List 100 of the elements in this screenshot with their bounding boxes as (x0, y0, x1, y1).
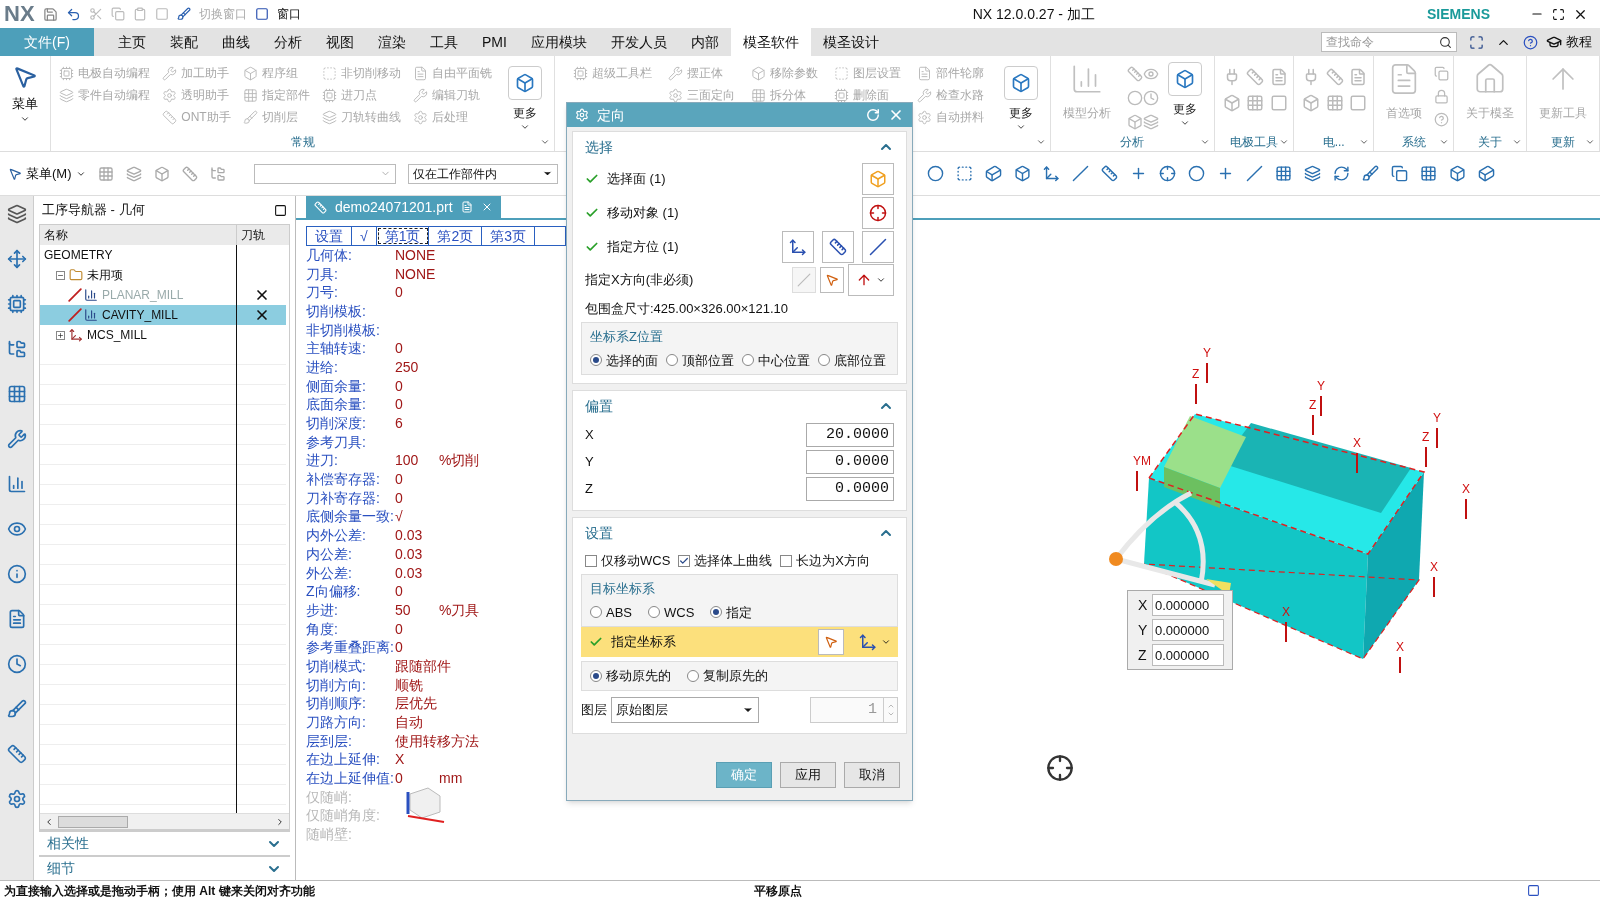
menu-tab[interactable]: 分析 (261, 28, 314, 56)
more-button[interactable]: 更多 (995, 62, 1046, 132)
info-label: 刀补寄存器: (306, 488, 381, 508)
axis-label: X (1282, 605, 1290, 619)
tree-label: CAVITY_MILL (102, 307, 178, 324)
menu-tab[interactable]: 主页 (105, 28, 158, 56)
coordinate-field[interactable]: 0.000000 (1152, 594, 1224, 616)
info-unit: %切削 (439, 451, 480, 471)
field-label: Y (585, 452, 595, 471)
info-tab[interactable]: 第3页 (482, 227, 536, 245)
info-value: 0 (395, 376, 404, 396)
group-label: 常规 (290, 134, 315, 151)
info-value: 0 (395, 339, 404, 359)
info-tab[interactable]: 设置 (307, 227, 352, 245)
info-label: 仅随峭角度: (306, 806, 381, 826)
info-value: 0 (395, 488, 404, 508)
info-value: 0 (395, 582, 404, 602)
checkbox-option[interactable]: 长边为X方向 (780, 551, 870, 571)
info-tab[interactable]: √ (352, 227, 377, 245)
radio-option[interactable]: WCS (648, 602, 695, 622)
info-label: 切削深度: (306, 414, 367, 434)
menu-tab[interactable]: 内部 (678, 28, 731, 56)
info-label: 进刀: (306, 451, 339, 471)
more-button[interactable]: 更多 (1159, 58, 1210, 128)
axis-label: Z (1309, 398, 1317, 412)
scope-dropdown[interactable]: 仅在工作部件内 (407, 163, 558, 184)
info-label: 在边上延伸值: (306, 769, 395, 789)
info-label: 底面余量: (306, 395, 367, 415)
number-field[interactable]: 20.0000 (806, 422, 894, 447)
info-value: 100 (395, 451, 420, 471)
more-button[interactable]: 更多 (499, 62, 550, 132)
checkbox-option[interactable]: 选择体上曲线 (678, 551, 773, 571)
checkbox-option[interactable]: 仅移动WCS (585, 551, 671, 571)
radio-option[interactable]: 顶部位置 (666, 350, 734, 370)
info-label: 刀号: (306, 283, 339, 303)
tree-label: 未用项 (87, 267, 123, 284)
menu-tab[interactable]: PMI (469, 28, 519, 56)
axis-label: X (1430, 560, 1438, 574)
number-field[interactable]: 0.0000 (806, 476, 894, 501)
tree-item[interactable]: CAVITY_MILL (40, 305, 236, 325)
menu-tab[interactable]: 应用模块 (518, 28, 599, 56)
info-tab[interactable]: 第1页 (376, 227, 430, 245)
layer-dropdown[interactable]: 原始图层 (611, 697, 759, 723)
menu-tab[interactable]: 渲染 (365, 28, 418, 56)
info-value: 0.03 (395, 563, 424, 583)
coordinate-field[interactable]: 0.000000 (1152, 644, 1224, 666)
info-label: 非切削模板: (306, 320, 381, 340)
radio-option[interactable]: 中心位置 (742, 350, 810, 370)
axis-label: X (1396, 640, 1404, 654)
menu-tab[interactable]: 模圣软件 (730, 28, 811, 56)
menu-tab[interactable]: 开发人员 (598, 28, 679, 56)
tree-item[interactable]: 未用项 (40, 265, 236, 285)
app-logo: NX (4, 3, 35, 25)
axis-label: Z (1422, 430, 1430, 444)
menu-tab[interactable]: 装配 (157, 28, 210, 56)
info-value: 0.03 (395, 526, 424, 546)
axis-label: Y (1433, 411, 1441, 425)
column-header[interactable]: 名称 (40, 225, 236, 245)
group-label: 电... (1322, 134, 1345, 151)
tree-item[interactable]: MCS_MILL (40, 325, 236, 345)
axis-label: Z (1192, 367, 1200, 381)
info-label: 进给: (306, 357, 339, 377)
collapsible-panel[interactable]: 相关性 (39, 830, 290, 855)
menu-tab[interactable]: 曲线 (209, 28, 262, 56)
panel-label: 相关性 (47, 834, 90, 853)
window-menu[interactable]: 窗口 (276, 5, 301, 23)
column-header[interactable]: 刀轨 (236, 225, 286, 245)
menu-tab[interactable]: 模圣设计 (810, 28, 891, 56)
group-label: 分析 (1120, 134, 1145, 151)
radio-option[interactable]: 移动原先的 (590, 666, 671, 686)
info-label: 刀路方向: (306, 713, 367, 733)
dialog-title: 定向 (597, 105, 626, 125)
menu-button[interactable]: 菜单(M) (8, 163, 86, 184)
info-value: NONE (395, 264, 437, 284)
panel-title: 工序导航器 - 几何 (42, 201, 146, 220)
info-label: 在边上延伸: (306, 750, 381, 770)
group-label: 关于 (1478, 134, 1502, 151)
radio-option[interactable]: 复制原先的 (687, 666, 768, 686)
info-tab[interactable]: 第2页 (429, 227, 483, 245)
menu-button[interactable]: 菜单 (0, 56, 52, 151)
axis-label: Z (1138, 645, 1148, 665)
info-label: 内外公差: (306, 526, 367, 546)
number-field[interactable]: 0.0000 (806, 449, 894, 474)
info-label: 随峭壁: (306, 825, 353, 845)
info-value: 0 (395, 619, 404, 639)
radio-option[interactable]: ABS (590, 602, 632, 622)
radio-option[interactable]: 指定 (710, 602, 753, 622)
tutorial-link[interactable]: 教程 (1566, 32, 1592, 52)
dialog-button[interactable]: 取消 (844, 762, 900, 788)
menu-tab[interactable]: 工具 (417, 28, 470, 56)
menu-tab[interactable]: 视图 (313, 28, 366, 56)
dialog-button[interactable]: 应用 (780, 762, 836, 788)
status-center-text: 平移原点 (754, 882, 802, 900)
radio-option[interactable]: 选择的面 (590, 350, 658, 370)
info-label: 刀具: (306, 264, 339, 284)
info-value: 顺铣 (395, 675, 424, 695)
radio-option[interactable]: 底部位置 (818, 350, 886, 370)
tree-item[interactable]: GEOMETRY (40, 245, 236, 265)
info-value: 0.03 (395, 544, 424, 564)
coordinate-field[interactable]: 0.000000 (1152, 619, 1224, 641)
